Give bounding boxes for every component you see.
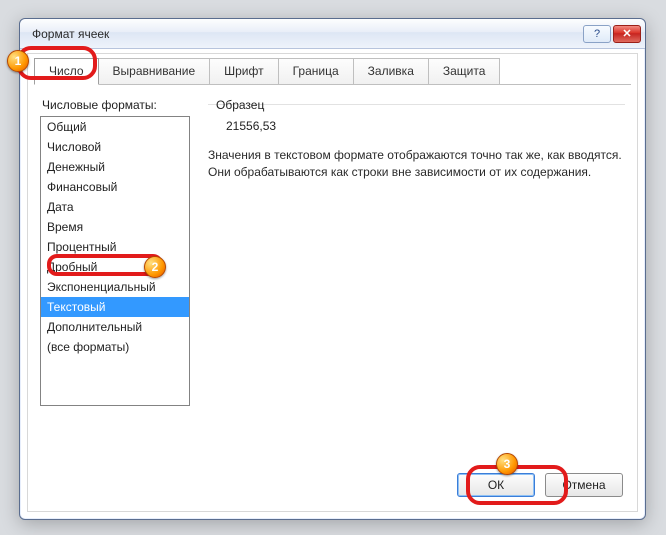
tab-fill[interactable]: Заливка [353, 58, 429, 85]
sample-frame: 21556,53 [208, 104, 625, 133]
tab-protection[interactable]: Защита [428, 58, 501, 85]
right-column: Образец 21556,53 Значения в текстовом фо… [208, 94, 625, 406]
format-item[interactable]: Дополнительный [41, 317, 189, 337]
formats-label: Числовые форматы: [42, 98, 190, 112]
tab-pane-number: Числовые форматы: ОбщийЧисловойДенежныйФ… [28, 86, 637, 412]
callout-highlight-1 [17, 46, 97, 80]
tab-label: Выравнивание [113, 64, 196, 78]
tab-divider [34, 84, 631, 85]
tab-alignment[interactable]: Выравнивание [98, 58, 211, 85]
tab-font[interactable]: Шрифт [209, 58, 278, 85]
format-item[interactable]: Дата [41, 197, 189, 217]
format-description: Значения в текстовом формате отображаютс… [208, 147, 625, 181]
tab-border[interactable]: Граница [278, 58, 354, 85]
tab-label: Защита [443, 64, 486, 78]
callout-badge-1: 1 [7, 50, 29, 72]
tabstrip: Число Выравнивание Шрифт Граница Заливка… [34, 58, 637, 85]
format-item[interactable]: Денежный [41, 157, 189, 177]
format-item[interactable]: Общий [41, 117, 189, 137]
sample-value: 21556,53 [226, 119, 625, 133]
titlebar: Формат ячеек ? ✕ [20, 19, 645, 49]
format-item[interactable]: Экспоненциальный [41, 277, 189, 297]
callout-badge-3: 3 [496, 453, 518, 475]
tab-label: Граница [293, 64, 339, 78]
tab-label: Заливка [368, 64, 414, 78]
format-item[interactable]: (все форматы) [41, 337, 189, 357]
format-item[interactable]: Числовой [41, 137, 189, 157]
button-label: Отмена [562, 478, 605, 492]
format-item[interactable]: Финансовый [41, 177, 189, 197]
format-item[interactable]: Текстовый [41, 297, 189, 317]
window-title: Формат ячеек [32, 27, 581, 41]
left-column: Числовые форматы: ОбщийЧисловойДенежныйФ… [40, 94, 190, 406]
format-item[interactable]: Время [41, 217, 189, 237]
callout-badge-2: 2 [144, 256, 166, 278]
client-area: Число Выравнивание Шрифт Граница Заливка… [27, 53, 638, 512]
help-button[interactable]: ? [583, 25, 611, 43]
close-button[interactable]: ✕ [613, 25, 641, 43]
callout-highlight-3 [466, 465, 568, 505]
tab-label: Шрифт [224, 64, 263, 78]
